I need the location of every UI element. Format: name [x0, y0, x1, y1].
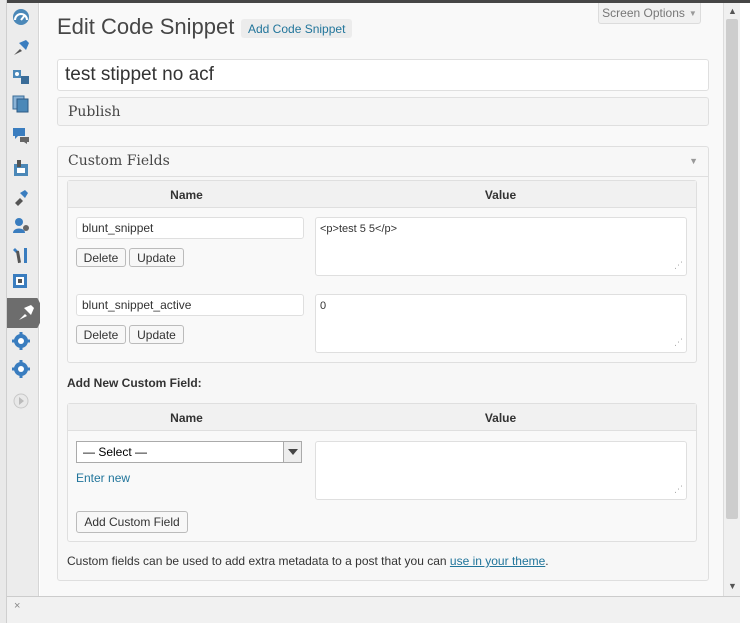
settings-icon[interactable] — [9, 270, 33, 294]
delete-button[interactable]: Delete — [76, 325, 126, 344]
window-left-edge — [0, 0, 7, 623]
screen-options-label: Screen Options — [602, 6, 685, 20]
settings-3-icon[interactable] — [9, 357, 33, 381]
new-meta-value-textarea[interactable]: ⋰ — [315, 441, 687, 500]
add-new-field-heading: Add New Custom Field: — [67, 376, 202, 390]
scroll-up-icon[interactable]: ▲ — [724, 3, 741, 19]
column-header-name: Name — [170, 188, 203, 202]
page-title: Edit Code Snippet — [57, 14, 235, 39]
users-icon[interactable] — [9, 214, 33, 238]
column-header-value: Value — [484, 188, 517, 202]
meta-value-textarea[interactable]: <p>test 5 5</p> ⋰ — [315, 217, 687, 276]
close-icon[interactable]: × — [14, 600, 20, 612]
collapse-menu-icon[interactable] — [9, 389, 33, 413]
dashboard-icon[interactable] — [9, 5, 33, 29]
plugins-icon[interactable] — [9, 185, 33, 209]
admin-menu — [7, 3, 45, 596]
help-text: Custom fields can be used to add extra m… — [67, 554, 450, 568]
bottom-bar: × — [7, 596, 740, 623]
publish-box: Publish — [57, 97, 709, 126]
use-in-theme-link[interactable]: use in your theme — [450, 554, 545, 568]
vertical-scrollbar[interactable]: ▲ ▼ — [723, 3, 740, 596]
custom-fields-title[interactable]: Custom Fields — [68, 153, 170, 169]
post-title-input[interactable]: test stippet no acf — [57, 59, 709, 91]
toggle-arrow-icon[interactable]: ▼ — [689, 156, 698, 166]
scroll-down-icon[interactable]: ▼ — [724, 578, 741, 594]
screen-options-button[interactable]: Screen Options ▼ — [598, 3, 701, 24]
settings-2-icon[interactable] — [9, 329, 33, 353]
delete-button[interactable]: Delete — [76, 248, 126, 267]
meta-key-input[interactable]: blunt_snippet_active — [76, 294, 304, 316]
add-new-snippet-button[interactable]: Add Code Snippet — [241, 19, 353, 38]
help-text-end: . — [545, 554, 549, 568]
meta-key-input[interactable]: blunt_snippet — [76, 217, 304, 239]
tools-icon[interactable] — [9, 243, 33, 267]
divider — [58, 176, 708, 177]
column-header-value: Value — [484, 411, 517, 425]
chevron-down-icon[interactable] — [283, 442, 301, 462]
meta-value-text: 0 — [320, 300, 327, 312]
meta-value-textarea[interactable]: 0 ⋰ — [315, 294, 687, 353]
add-custom-field-button[interactable]: Add Custom Field — [76, 511, 188, 533]
posts-icon[interactable] — [9, 36, 33, 60]
appearance-icon[interactable] — [9, 156, 33, 180]
resize-grip-icon[interactable]: ⋰ — [674, 485, 684, 497]
update-button[interactable]: Update — [129, 325, 184, 344]
update-button[interactable]: Update — [129, 248, 184, 267]
meta-value-text: <p>test 5 5</p> — [320, 223, 398, 235]
media-icon[interactable] — [9, 65, 33, 89]
meta-key-select[interactable]: — Select — — [76, 441, 302, 463]
resize-grip-icon[interactable]: ⋰ — [674, 261, 684, 273]
pages-icon[interactable] — [9, 92, 33, 116]
select-value: — Select — — [83, 445, 148, 459]
publish-box-title[interactable]: Publish — [68, 104, 121, 120]
scroll-thumb[interactable] — [726, 19, 738, 519]
resize-grip-icon[interactable]: ⋰ — [674, 338, 684, 350]
custom-fields-help: Custom fields can be used to add extra m… — [67, 554, 549, 568]
table-header: Name Value — [68, 404, 696, 431]
enter-new-link[interactable]: Enter new — [76, 471, 130, 485]
comments-icon[interactable] — [9, 123, 33, 147]
column-header-name: Name — [170, 411, 203, 425]
window-right-edge — [740, 3, 750, 623]
chevron-down-icon: ▼ — [688, 8, 697, 18]
table-header: Name Value — [68, 181, 696, 208]
